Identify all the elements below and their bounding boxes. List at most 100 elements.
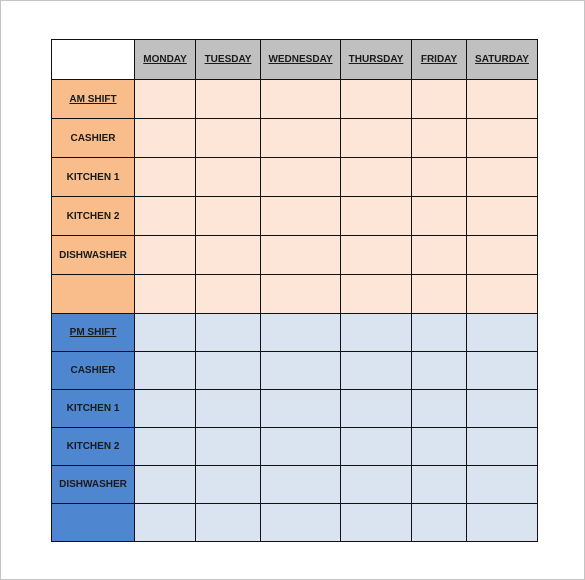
schedule-cell-monday[interactable] [134,351,196,390]
schedule-cell-wednesday[interactable] [260,351,341,390]
schedule-cell-monday[interactable] [134,118,196,158]
schedule-cell-wednesday[interactable] [260,465,341,504]
schedule-cell-friday[interactable] [411,196,467,236]
schedule-cell-saturday[interactable] [466,196,538,236]
schedule-cell-monday[interactable] [134,427,196,466]
day-header-friday[interactable]: FRIDAY [411,39,467,80]
schedule-cell-saturday[interactable] [466,79,538,119]
schedule-cell-saturday[interactable] [466,274,538,314]
schedule-cell-friday[interactable] [411,313,467,352]
schedule-cell-friday[interactable] [411,157,467,197]
schedule-cell-tuesday[interactable] [195,274,261,314]
corner-cell[interactable] [51,39,135,80]
schedule-cell-thursday[interactable] [340,503,412,542]
schedule-cell-tuesday[interactable] [195,196,261,236]
schedule-cell-friday[interactable] [411,79,467,119]
schedule-cell-friday[interactable] [411,427,467,466]
schedule-cell-thursday[interactable] [340,118,412,158]
schedule-cell-tuesday[interactable] [195,351,261,390]
schedule-cell-monday[interactable] [134,235,196,275]
schedule-cell-friday[interactable] [411,274,467,314]
schedule-cell-saturday[interactable] [466,389,538,428]
schedule-cell-wednesday[interactable] [260,196,341,236]
schedule-cell-saturday[interactable] [466,427,538,466]
day-header-saturday[interactable]: SATURDAY [466,39,538,80]
schedule-cell-thursday[interactable] [340,196,412,236]
schedule-cell-wednesday[interactable] [260,235,341,275]
schedule-cell-wednesday[interactable] [260,274,341,314]
schedule-cell-monday[interactable] [134,389,196,428]
pm-role-row [51,503,538,542]
schedule-cell-tuesday[interactable] [195,118,261,158]
role-label[interactable]: KITCHEN 1 [51,389,135,428]
schedule-cell-thursday[interactable] [340,274,412,314]
schedule-cell-thursday[interactable] [340,389,412,428]
schedule-cell-wednesday[interactable] [260,313,341,352]
schedule-cell-wednesday[interactable] [260,427,341,466]
am-role-row: DISHWASHER [51,235,538,275]
schedule-cell-wednesday[interactable] [260,503,341,542]
schedule-cell-monday[interactable] [134,274,196,314]
schedule-cell-thursday[interactable] [340,235,412,275]
day-header-thursday[interactable]: THURSDAY [340,39,412,80]
role-label[interactable]: CASHIER [51,351,135,390]
schedule-cell-saturday[interactable] [466,503,538,542]
schedule-cell-friday[interactable] [411,389,467,428]
role-label[interactable] [51,274,135,314]
schedule-cell-tuesday[interactable] [195,313,261,352]
schedule-cell-monday[interactable] [134,79,196,119]
schedule-cell-tuesday[interactable] [195,465,261,504]
schedule-cell-tuesday[interactable] [195,235,261,275]
schedule-cell-saturday[interactable] [466,157,538,197]
am-role-row: KITCHEN 1 [51,157,538,197]
schedule-cell-tuesday[interactable] [195,157,261,197]
schedule-cell-monday[interactable] [134,313,196,352]
schedule-cell-tuesday[interactable] [195,503,261,542]
schedule-cell-thursday[interactable] [340,351,412,390]
schedule-cell-friday[interactable] [411,235,467,275]
schedule-cell-friday[interactable] [411,465,467,504]
schedule-cell-wednesday[interactable] [260,389,341,428]
am-shift-label[interactable]: AM SHIFT [51,79,135,119]
role-label[interactable]: CASHIER [51,118,135,158]
schedule-cell-thursday[interactable] [340,313,412,352]
schedule-cell-thursday[interactable] [340,465,412,504]
schedule-cell-saturday[interactable] [466,235,538,275]
schedule-cell-monday[interactable] [134,157,196,197]
role-label[interactable] [51,503,135,542]
header-row: MONDAY TUESDAY WEDNESDAY THURSDAY FRIDAY… [51,39,538,80]
schedule-cell-saturday[interactable] [466,313,538,352]
schedule-cell-tuesday[interactable] [195,427,261,466]
schedule-cell-monday[interactable] [134,465,196,504]
pm-shift-row: PM SHIFT [51,313,538,352]
pm-role-row: CASHIER [51,351,538,390]
day-header-wednesday[interactable]: WEDNESDAY [260,39,341,80]
schedule-cell-friday[interactable] [411,118,467,158]
schedule-cell-saturday[interactable] [466,465,538,504]
schedule-cell-friday[interactable] [411,351,467,390]
schedule-cell-friday[interactable] [411,503,467,542]
schedule-cell-thursday[interactable] [340,427,412,466]
schedule-cell-thursday[interactable] [340,79,412,119]
schedule-cell-wednesday[interactable] [260,79,341,119]
schedule-cell-monday[interactable] [134,196,196,236]
day-header-tuesday[interactable]: TUESDAY [195,39,261,80]
role-label[interactable]: DISHWASHER [51,465,135,504]
role-label[interactable]: KITCHEN 1 [51,157,135,197]
schedule-cell-tuesday[interactable] [195,389,261,428]
schedule-cell-saturday[interactable] [466,118,538,158]
schedule-cell-wednesday[interactable] [260,157,341,197]
day-header-monday[interactable]: MONDAY [134,39,196,80]
pm-role-row: DISHWASHER [51,465,538,504]
schedule-cell-thursday[interactable] [340,157,412,197]
role-label[interactable]: DISHWASHER [51,235,135,275]
pm-shift-label[interactable]: PM SHIFT [51,313,135,352]
schedule-cell-saturday[interactable] [466,351,538,390]
role-label[interactable]: KITCHEN 2 [51,196,135,236]
pm-role-row: KITCHEN 2 [51,427,538,466]
role-label[interactable]: KITCHEN 2 [51,427,135,466]
schedule-cell-monday[interactable] [134,503,196,542]
pm-role-row: KITCHEN 1 [51,389,538,428]
schedule-cell-tuesday[interactable] [195,79,261,119]
schedule-cell-wednesday[interactable] [260,118,341,158]
